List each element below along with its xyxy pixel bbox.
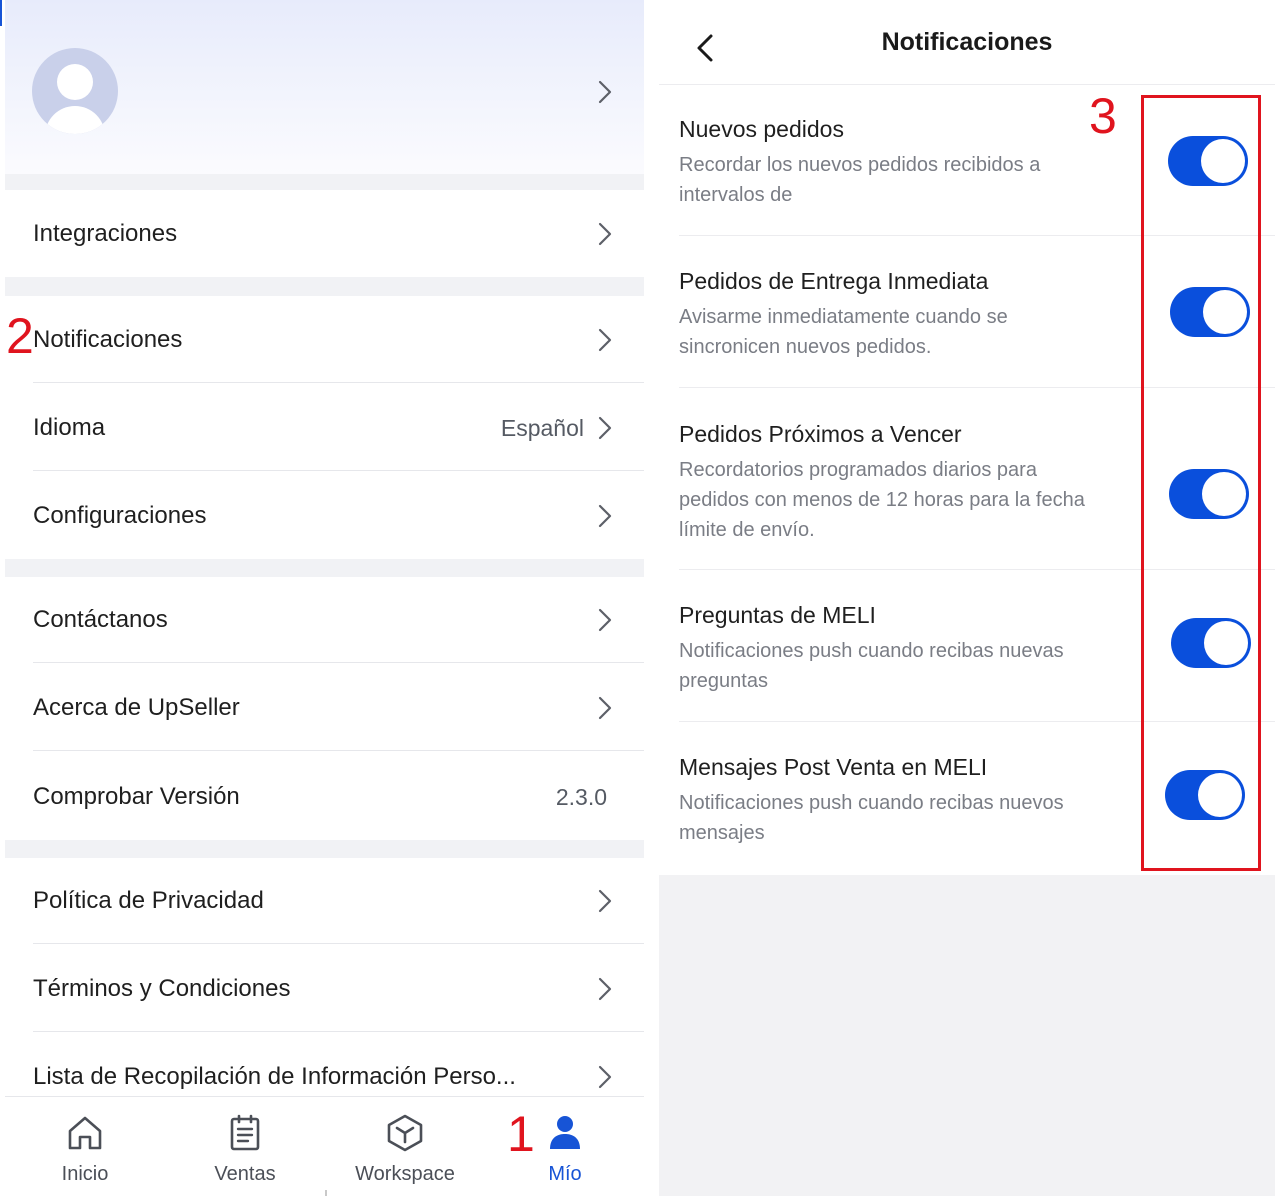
chevron-right-icon bbox=[598, 1065, 612, 1089]
chevron-right-icon bbox=[598, 504, 612, 528]
menu-item-label: Idioma bbox=[33, 414, 106, 441]
nav-bar: Notificaciones bbox=[659, 0, 1275, 85]
menu-item-settings[interactable]: Configuraciones bbox=[5, 473, 644, 559]
annotation-step-2: 2 bbox=[6, 308, 34, 364]
nav-label: Inicio bbox=[61, 1163, 109, 1185]
chevron-right-icon bbox=[598, 222, 612, 246]
notification-description: Notificaciones push cuando recibas nuevo… bbox=[679, 792, 1064, 844]
chevron-right-icon bbox=[598, 80, 612, 104]
menu-item-label: Términos y Condiciones bbox=[33, 975, 291, 1002]
menu-item-integrations[interactable]: Integraciones bbox=[5, 191, 644, 277]
menu-item-label: Política de Privacidad bbox=[33, 887, 264, 914]
menu-item-privacy[interactable]: Política de Privacidad bbox=[5, 858, 644, 944]
notification-title: Pedidos de Entrega Inmediata bbox=[679, 268, 989, 294]
nav-sales[interactable]: Ventas bbox=[165, 1097, 325, 1196]
section-gap bbox=[5, 277, 644, 296]
notification-title: Nuevos pedidos bbox=[679, 116, 844, 142]
nav-home[interactable]: Inicio bbox=[5, 1097, 165, 1196]
bottom-nav: Inicio Ventas Workspace Mío bbox=[5, 1096, 644, 1196]
notification-description: Avisarme inmediatamente cuando se sincro… bbox=[679, 306, 1008, 358]
profile-header[interactable] bbox=[5, 0, 644, 174]
notification-title: Mensajes Post Venta en MELI bbox=[679, 754, 988, 780]
version-value: 2.3.0 bbox=[555, 784, 607, 810]
menu-item-label: Acerca de UpSeller bbox=[33, 694, 240, 721]
section-gap bbox=[5, 174, 644, 190]
menu-item-terms[interactable]: Términos y Condiciones bbox=[5, 946, 644, 1032]
notification-description: Recordar los nuevos pedidos recibidos a … bbox=[679, 154, 1041, 206]
profile-screen: Integraciones Notificaciones Idioma Espa… bbox=[5, 0, 644, 1196]
page-title: Notificaciones bbox=[881, 28, 1053, 56]
chevron-right-icon bbox=[598, 608, 612, 632]
notification-title: Pedidos Próximos a Vencer bbox=[679, 421, 962, 447]
top-edge-accent bbox=[0, 0, 2, 26]
menu-item-contact[interactable]: Contáctanos bbox=[5, 577, 644, 663]
cube-icon bbox=[385, 1113, 425, 1153]
avatar[interactable] bbox=[32, 48, 118, 134]
menu-item-check-version[interactable]: Comprobar Versión 2.3.0 bbox=[5, 754, 644, 840]
section-gap bbox=[5, 559, 644, 577]
chevron-right-icon bbox=[598, 696, 612, 720]
menu-item-label: Comprobar Versión bbox=[33, 783, 240, 810]
clipboard-icon bbox=[225, 1113, 265, 1153]
person-icon bbox=[545, 1113, 585, 1153]
menu-item-label: Configuraciones bbox=[33, 502, 207, 529]
panel-divider bbox=[644, 0, 659, 1196]
chevron-right-icon bbox=[598, 328, 612, 352]
annotation-step-3: 3 bbox=[1089, 88, 1117, 144]
notification-description: Recordatorios programados diarios para p… bbox=[679, 459, 1085, 541]
menu-item-notifications[interactable]: Notificaciones bbox=[5, 297, 644, 383]
menu-item-label: Integraciones bbox=[33, 220, 178, 247]
menu-item-language[interactable]: Idioma Español bbox=[5, 385, 644, 471]
nav-label: Mío bbox=[548, 1163, 582, 1185]
nav-label: Ventas bbox=[214, 1163, 276, 1185]
menu-item-about[interactable]: Acerca de UpSeller bbox=[5, 665, 644, 751]
nav-workspace[interactable]: Workspace bbox=[325, 1097, 485, 1196]
notification-description: Notificaciones push cuando recibas nueva… bbox=[679, 640, 1064, 692]
annotation-highlight-box bbox=[1141, 95, 1261, 871]
home-indicator bbox=[325, 1190, 327, 1196]
nav-label: Workspace bbox=[355, 1163, 455, 1185]
right-margin bbox=[1275, 0, 1281, 1196]
chevron-right-icon bbox=[598, 889, 612, 913]
language-value: Español bbox=[500, 415, 584, 441]
notification-title: Preguntas de MELI bbox=[679, 602, 876, 628]
annotation-step-1: 1 bbox=[507, 1106, 535, 1162]
section-gap bbox=[5, 840, 644, 858]
menu-item-label: Notificaciones bbox=[33, 326, 183, 353]
home-icon bbox=[65, 1113, 105, 1153]
menu-item-label: Contáctanos bbox=[33, 606, 168, 633]
chevron-right-icon bbox=[598, 977, 612, 1001]
chevron-right-icon bbox=[598, 416, 612, 440]
